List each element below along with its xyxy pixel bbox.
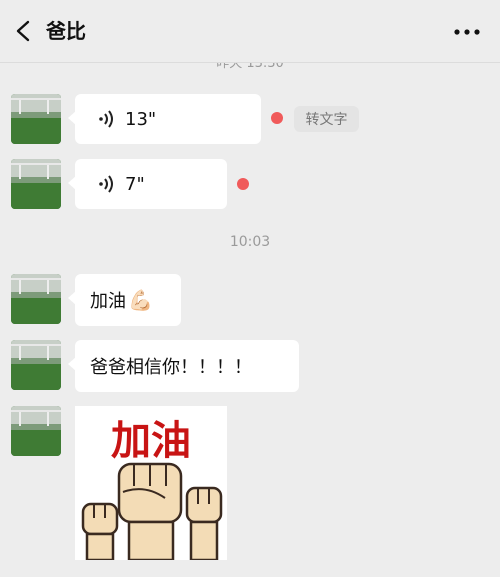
flexed-biceps-emoji: 💪🏻 (128, 288, 153, 312)
avatar-image (11, 159, 61, 209)
avatar[interactable] (11, 406, 61, 456)
text-message-bubble[interactable]: 加油 💪🏻 (68, 274, 181, 326)
voice-wave-icon (99, 110, 113, 128)
avatar[interactable] (11, 159, 61, 209)
unread-dot (271, 112, 283, 124)
message-text: 加油 (90, 291, 126, 312)
chat-header: 爸比 (0, 0, 500, 63)
voice-duration: 7" (125, 173, 145, 195)
voice-wave-icon (99, 175, 113, 193)
avatar[interactable] (11, 94, 61, 144)
timestamp: 10:03 (229, 234, 271, 250)
chat-title: 爸比 (46, 19, 86, 43)
voice-message-bubble[interactable]: 13" (68, 94, 261, 144)
text-message-bubble[interactable]: 爸爸相信你！！！！ (68, 340, 299, 392)
avatar-image (11, 274, 61, 324)
transcribe-button[interactable]: 转文字 (294, 106, 359, 132)
sticker-text: 加油 (111, 418, 191, 464)
avatar-image (11, 406, 61, 456)
avatar[interactable] (11, 274, 61, 324)
avatar[interactable] (11, 340, 61, 390)
ellipsis-icon[interactable] (452, 18, 482, 46)
avatar-image (11, 340, 61, 390)
sticker-message[interactable]: 加油 (75, 406, 227, 560)
raised-fists-sticker: 加油 (75, 406, 227, 560)
message-text: 爸爸相信你！！！！ (90, 357, 252, 378)
chevron-left-icon[interactable] (10, 16, 38, 46)
avatar-image (11, 94, 61, 144)
voice-message-bubble[interactable]: 7" (68, 159, 227, 209)
unread-dot (237, 178, 249, 190)
voice-duration: 13" (125, 108, 157, 130)
